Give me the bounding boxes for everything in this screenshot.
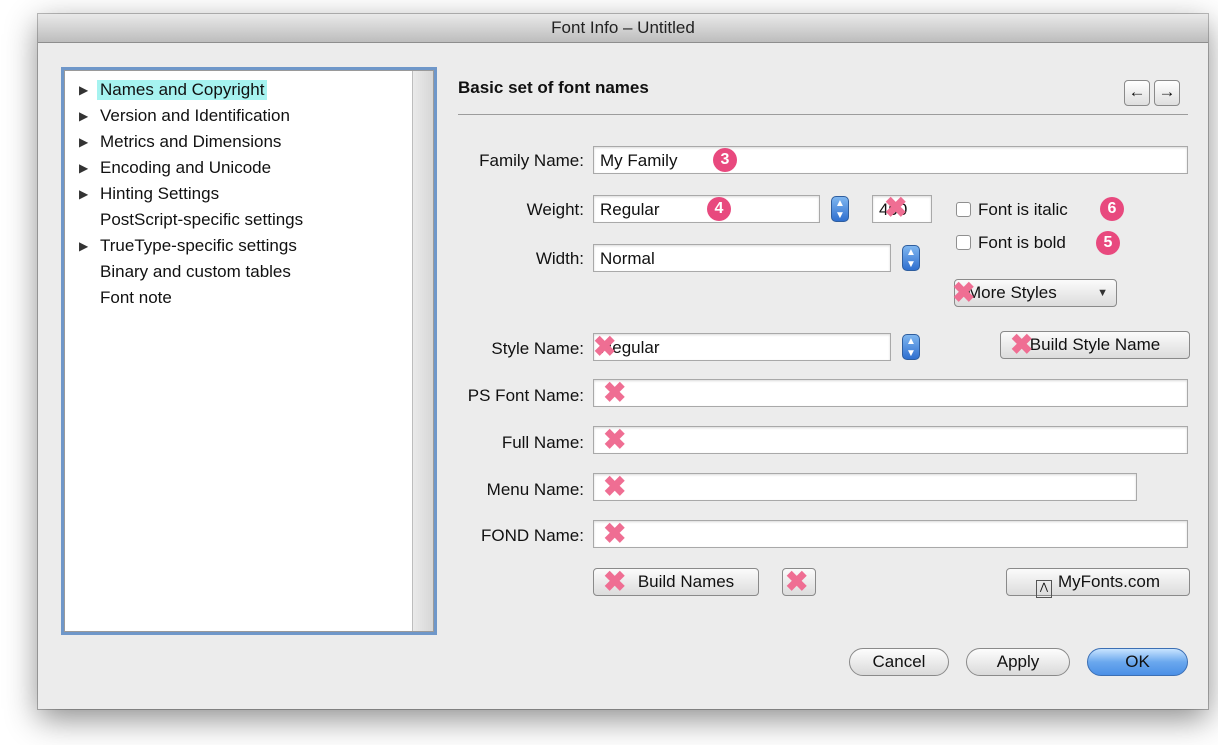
stepper-arrows-icon: ▲ ▼ xyxy=(906,247,916,270)
ok-label: OK xyxy=(1125,652,1150,671)
removed-marker-icon: ✖ xyxy=(603,377,627,408)
disclosure-triangle-icon[interactable]: ▶ xyxy=(79,109,97,123)
menu-name-label: Menu Name: xyxy=(486,480,584,499)
myfonts-button[interactable]: ⋀ MyFonts.com xyxy=(1006,568,1190,598)
width-field[interactable]: Normal xyxy=(593,244,891,272)
sidebar-item-label: TrueType-specific settings xyxy=(100,236,297,255)
removed-marker-icon: ✖ xyxy=(593,331,617,362)
ps-font-name-field[interactable] xyxy=(593,379,1188,407)
full-name-label: Full Name: xyxy=(501,433,584,452)
sidebar-item-label: Font note xyxy=(100,288,172,307)
more-styles-label: More Styles xyxy=(967,283,1057,302)
fond-name-field[interactable] xyxy=(593,520,1188,548)
cancel-button[interactable]: Cancel xyxy=(849,648,949,676)
removed-marker-icon: ✖ xyxy=(603,518,627,549)
disclosure-triangle-icon[interactable]: ▶ xyxy=(79,239,97,253)
sidebar-item[interactable]: ▶Font note xyxy=(65,285,411,311)
menu-name-field[interactable] xyxy=(593,473,1137,501)
disclosure-triangle-icon[interactable]: ▶ xyxy=(79,135,97,149)
ok-button[interactable]: OK xyxy=(1087,648,1188,676)
removed-marker-icon: ✖ xyxy=(603,471,627,502)
callout-badge-3: 3 xyxy=(713,148,737,172)
sidebar-item[interactable]: ▶ TrueType-specific settings xyxy=(65,233,411,259)
section-title: Basic set of font names xyxy=(458,78,649,97)
build-style-name-label: Build Style Name xyxy=(1029,335,1161,354)
ps-font-name-label: PS Font Name: xyxy=(467,386,584,405)
stepper-arrows-icon: ▲ ▼ xyxy=(906,336,916,359)
fond-name-label: FOND Name: xyxy=(481,526,584,545)
next-page-button[interactable]: → xyxy=(1154,80,1180,106)
category-list-items: ▶ Names and Copyright ▶ Version and Identif… xyxy=(65,71,411,631)
sidebar-item[interactable]: ▶ Metrics and Dimensions xyxy=(65,129,411,155)
removed-marker-icon: ✖ xyxy=(952,277,976,308)
full-name-field[interactable] xyxy=(593,426,1188,454)
category-list[interactable]: ▶ Names and Copyright ▶ Version and Identif… xyxy=(64,70,434,632)
family-name-value: My Family xyxy=(600,151,678,170)
section-divider xyxy=(458,114,1188,115)
sidebar-item[interactable]: ▶PostScript-specific settings xyxy=(65,207,411,233)
more-styles-popup[interactable]: More Styles ▼ xyxy=(954,279,1117,307)
sidebar-item[interactable]: ▶ Encoding and Unicode xyxy=(65,155,411,181)
style-name-label: Style Name: xyxy=(491,339,584,358)
sidebar-item-label: PostScript-specific settings xyxy=(100,210,304,229)
width-stepper[interactable]: ▲ ▼ xyxy=(902,245,920,271)
sidebar-item-label: Encoding and Unicode xyxy=(100,158,272,177)
removed-marker-icon: ✖ xyxy=(785,566,809,597)
chevron-down-icon: ▼ xyxy=(1097,287,1108,299)
style-name-stepper[interactable]: ▲ ▼ xyxy=(902,334,920,360)
callout-badge-5: 5 xyxy=(1096,231,1120,255)
sidebar-item-label: Metrics and Dimensions xyxy=(100,132,282,151)
disclosure-triangle-icon[interactable]: ▶ xyxy=(79,187,97,201)
sidebar-item[interactable]: ▶ Names and Copyright xyxy=(65,77,411,103)
stepper-arrows-icon: ▲ ▼ xyxy=(835,198,845,221)
family-name-label: Family Name: xyxy=(479,151,584,170)
italic-checkbox[interactable] xyxy=(956,202,971,217)
disclosure-triangle-icon[interactable]: ▶ xyxy=(79,83,97,97)
sidebar-item-label: Hinting Settings xyxy=(100,184,220,203)
apply-button[interactable]: Apply xyxy=(966,648,1070,676)
weight-stepper[interactable]: ▲ ▼ xyxy=(831,196,849,222)
previous-page-button[interactable]: ← xyxy=(1124,80,1150,106)
sidebar-item-label: Names and Copyright xyxy=(97,80,268,100)
removed-marker-icon: ✖ xyxy=(1010,329,1034,360)
sidebar-item-label: Binary and custom tables xyxy=(100,262,291,281)
weight-value: Regular xyxy=(600,200,660,219)
font-info-window: Font Info – Untitled ▶ Names and Copyrigh… xyxy=(38,14,1208,709)
width-label: Width: xyxy=(535,249,584,268)
sidebar-item[interactable]: ▶ Version and Identification xyxy=(65,103,411,129)
family-name-field[interactable]: My Family xyxy=(593,146,1188,174)
arrow-left-icon: ← xyxy=(1128,82,1146,101)
sidebar-item-label: Version and Identification xyxy=(100,106,290,125)
build-names-label: Build Names xyxy=(637,572,735,591)
removed-marker-icon: ✖ xyxy=(603,566,627,597)
chart-icon: ⋀ xyxy=(1035,580,1052,598)
callout-badge-4: 4 xyxy=(707,197,731,221)
removed-marker-icon: ✖ xyxy=(884,192,908,223)
disclosure-triangle-icon[interactable]: ▶ xyxy=(79,161,97,175)
cancel-label: Cancel xyxy=(872,652,926,671)
bold-checkbox-label[interactable]: Font is bold xyxy=(978,233,1066,253)
sidebar-item[interactable]: ▶ Hinting Settings xyxy=(65,181,411,207)
bold-checkbox[interactable] xyxy=(956,235,971,250)
removed-marker-icon: ✖ xyxy=(603,424,627,455)
weight-label: Weight: xyxy=(526,200,584,219)
callout-badge-6: 6 xyxy=(1100,197,1124,221)
apply-label: Apply xyxy=(996,652,1040,671)
sidebar-item[interactable]: ▶Binary and custom tables xyxy=(65,259,411,285)
arrow-right-icon: → xyxy=(1158,82,1176,101)
myfonts-label: MyFonts.com xyxy=(1057,572,1161,591)
width-value: Normal xyxy=(600,249,655,268)
style-name-field[interactable]: Regular xyxy=(593,333,891,361)
italic-checkbox-label[interactable]: Font is italic xyxy=(978,200,1068,220)
window-title: Font Info – Untitled xyxy=(38,14,1208,43)
